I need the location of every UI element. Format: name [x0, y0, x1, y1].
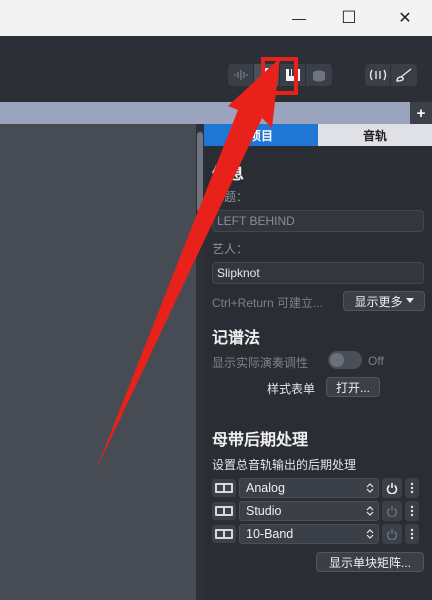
fx-power-button[interactable] — [382, 478, 402, 498]
scrollbar-thumb[interactable] — [197, 132, 203, 212]
fx-chain-icon — [212, 502, 236, 520]
fx-row: Analog — [212, 478, 424, 498]
highlight-box — [261, 57, 298, 95]
more-vertical-icon — [410, 482, 414, 494]
add-icon: + — [416, 104, 426, 122]
mastering-subtitle: 设置总音轨输出的后期处理 — [212, 458, 357, 472]
fx-power-button[interactable] — [382, 501, 402, 521]
fx-more-button[interactable] — [405, 478, 419, 498]
chevron-down-icon — [405, 298, 414, 303]
fx-select[interactable]: Analog — [239, 478, 379, 498]
power-icon — [386, 529, 398, 540]
show-more-label: 显示更多 — [354, 294, 403, 309]
info-section-title: 信息 — [212, 166, 245, 183]
window-titlebar: — ☐ ✕ — [0, 0, 432, 36]
show-more-button[interactable]: 显示更多 — [343, 291, 425, 311]
show-matrix-button[interactable]: 显示单块矩阵... — [316, 552, 424, 572]
metronome-button[interactable] — [365, 64, 391, 86]
drum-icon — [313, 70, 325, 82]
power-icon — [386, 483, 398, 494]
updown-chevron-icon — [366, 529, 374, 539]
inspector-panel: 项目 音轨 信息 标题： LEFT BEHIND 艺人： Slipknot Ct… — [204, 124, 432, 600]
tab-project[interactable]: 项目 — [204, 124, 318, 146]
maximize-icon: ☐ — [341, 8, 357, 27]
fx-select[interactable]: 10-Band — [239, 524, 379, 544]
title-label: 标题： — [212, 190, 249, 204]
more-vertical-icon — [410, 528, 414, 540]
fx-name: Analog — [246, 481, 285, 495]
title-field[interactable]: LEFT BEHIND — [212, 210, 424, 232]
fx-select[interactable]: Studio — [239, 501, 379, 521]
maximize-button[interactable]: ☐ — [326, 0, 372, 36]
tab-track[interactable]: 音轨 — [318, 124, 432, 146]
stylesheet-label: 样式表单 — [267, 382, 316, 396]
fx-name: 10-Band — [246, 527, 294, 541]
fx-row: 10-Band — [212, 524, 424, 544]
fx-more-button[interactable] — [405, 524, 419, 544]
updown-chevron-icon — [366, 483, 374, 493]
fx-chain-icon — [212, 525, 236, 543]
notation-section-title: 记谱法 — [212, 330, 261, 347]
artist-label: 艺人： — [212, 242, 249, 256]
more-vertical-icon — [410, 505, 414, 517]
fx-chain-icon — [212, 479, 236, 497]
waveform-view-button[interactable] — [228, 64, 254, 86]
fx-power-button[interactable] — [382, 524, 402, 544]
power-icon — [386, 506, 398, 517]
minimize-icon: — — [292, 10, 306, 26]
fx-row: Studio — [212, 501, 424, 521]
drum-view-button[interactable] — [306, 64, 332, 86]
concert-pitch-toggle[interactable] — [328, 351, 362, 369]
main-toolbar — [0, 36, 432, 102]
toggle-state-label: Off — [368, 354, 384, 368]
vertical-scrollbar[interactable] — [196, 124, 204, 600]
tuner-icon — [396, 68, 412, 82]
fx-name: Studio — [246, 504, 282, 518]
fx-more-button[interactable] — [405, 501, 419, 521]
tools-group — [365, 64, 417, 86]
artist-field[interactable]: Slipknot — [212, 262, 424, 284]
panel-tabs: 项目 音轨 — [204, 124, 432, 146]
add-tab-button[interactable]: + — [410, 102, 432, 124]
tuner-button[interactable] — [391, 64, 417, 86]
toggle-knob — [330, 353, 344, 367]
document-tab-strip — [0, 102, 432, 124]
close-icon: ✕ — [398, 10, 412, 27]
updown-chevron-icon — [366, 506, 374, 516]
concert-pitch-label: 显示实际演奏调性 — [212, 356, 309, 370]
waveform-icon — [233, 70, 248, 80]
close-button[interactable]: ✕ — [382, 0, 428, 36]
create-hint: Ctrl+Return 可建立... — [212, 296, 324, 310]
mastering-section-title: 母带后期处理 — [212, 432, 309, 449]
metronome-icon — [369, 69, 386, 81]
minimize-button[interactable]: — — [276, 0, 322, 36]
open-stylesheet-button[interactable]: 打开... — [326, 377, 380, 397]
score-area[interactable] — [0, 124, 196, 600]
